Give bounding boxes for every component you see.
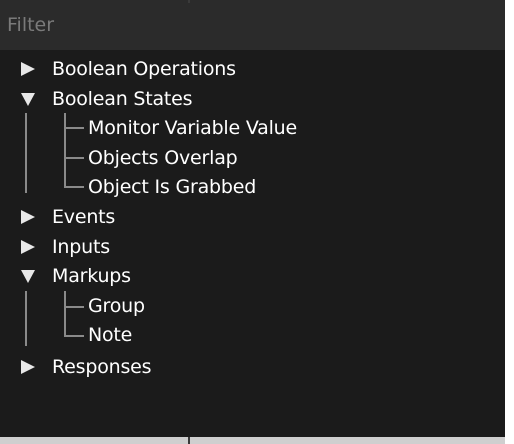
divider-mark	[188, 437, 190, 444]
tree-category-label: Responses	[52, 356, 152, 378]
tree-item-label: Objects Overlap	[88, 147, 238, 169]
tree-item-label: Group	[88, 295, 145, 317]
tree-item-group[interactable]: Group	[88, 291, 498, 321]
tree-item-objects-overlap[interactable]: Objects Overlap	[88, 143, 498, 173]
tree-category-inputs[interactable]: Inputs	[0, 232, 505, 262]
expand-arrow-icon[interactable]	[21, 62, 35, 76]
tree-branch-connector	[64, 306, 84, 308]
tree-branch-connector	[64, 127, 84, 129]
filter-input[interactable]	[7, 5, 497, 45]
expand-arrow-icon[interactable]	[21, 360, 35, 374]
tree-item-object-is-grabbed[interactable]: Object Is Grabbed	[88, 172, 498, 202]
divider-mark	[188, 0, 190, 3]
tree-category-label: Boolean States	[52, 88, 193, 110]
tree-item-monitor-variable-value[interactable]: Monitor Variable Value	[88, 113, 498, 143]
tree-guide-line	[25, 113, 27, 193]
expand-arrow-icon[interactable]	[21, 210, 35, 224]
tree-branch-connector	[64, 157, 84, 159]
tree-category-boolean-operations[interactable]: Boolean Operations	[0, 54, 505, 84]
tree-branch-line	[64, 291, 66, 337]
tree-category-label: Events	[52, 206, 116, 228]
tree-branch-connector	[64, 335, 84, 337]
tree-category-markups[interactable]: Markups	[0, 261, 505, 291]
tree-guide-line	[25, 291, 27, 346]
tree-branch-connector	[64, 186, 84, 188]
node-library-panel: Boolean Operations Boolean States Monito…	[0, 0, 505, 437]
tree-category-boolean-states[interactable]: Boolean States	[0, 84, 505, 114]
tree-category-label: Markups	[52, 265, 131, 287]
collapse-arrow-icon[interactable]	[21, 270, 35, 283]
collapse-arrow-icon[interactable]	[21, 93, 35, 106]
window-edge	[505, 0, 514, 444]
tree-item-label: Monitor Variable Value	[88, 117, 298, 139]
tree-item-label: Note	[88, 324, 133, 346]
tree-category-label: Inputs	[52, 236, 110, 258]
tree-branch-line	[64, 113, 66, 187]
panel-bottom-edge	[0, 437, 505, 444]
expand-arrow-icon[interactable]	[21, 240, 35, 254]
tree-category-responses[interactable]: Responses	[0, 352, 505, 382]
tree-item-note[interactable]: Note	[88, 320, 498, 350]
tree-item-label: Object Is Grabbed	[88, 176, 257, 198]
tree-category-events[interactable]: Events	[0, 202, 505, 232]
tree-category-label: Boolean Operations	[52, 58, 236, 80]
filter-bar	[0, 0, 505, 50]
